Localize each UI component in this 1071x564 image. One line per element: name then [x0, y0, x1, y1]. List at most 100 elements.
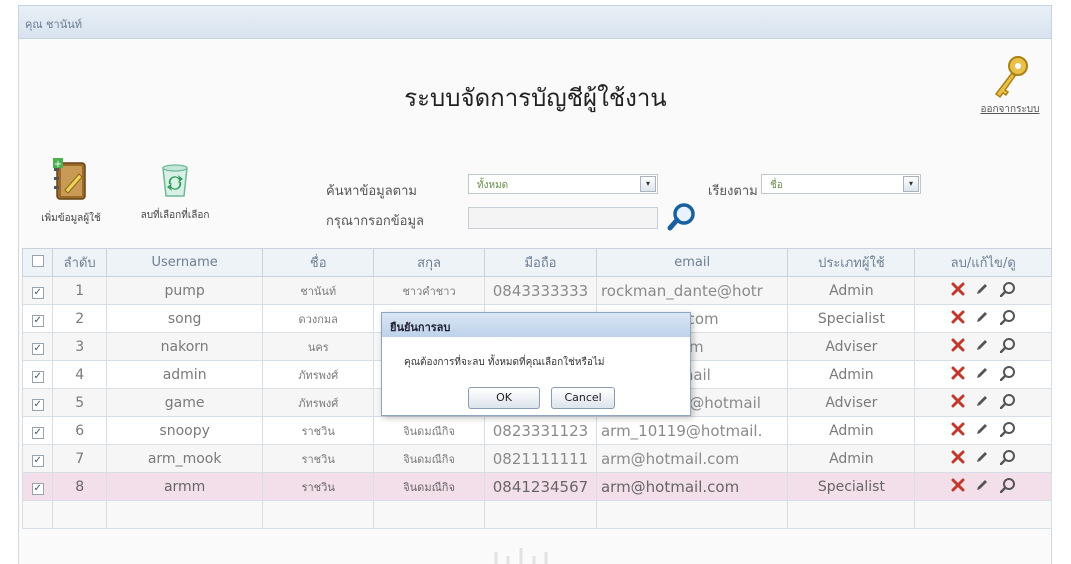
cancel-button[interactable]: Cancel — [551, 387, 616, 409]
row-first-name: ราชวิน — [262, 444, 375, 473]
delete-row-button[interactable] — [951, 282, 965, 300]
view-row-button[interactable] — [999, 309, 1016, 329]
logout-label: ออกจากระบบ — [980, 104, 1040, 115]
delete-icon — [951, 338, 965, 351]
chevron-down-icon: ▾ — [640, 176, 656, 192]
edit-row-button[interactable] — [975, 394, 989, 412]
row-role: Admin — [787, 276, 916, 305]
delete-row-button[interactable] — [951, 478, 965, 496]
magnifier-icon — [999, 421, 1015, 437]
search-button[interactable] — [666, 201, 698, 233]
search-icon — [667, 203, 695, 231]
row-checkbox[interactable]: ✓ — [21, 360, 54, 389]
row-actions — [914, 332, 1052, 361]
column-header: มือถือ — [483, 248, 597, 277]
magnifier-icon — [999, 365, 1015, 381]
column-header: Username — [105, 248, 264, 277]
dialog-message: คุณต้องการที่จะลบ ทั้งหมดที่คุณเลือกใช่ห… — [404, 357, 605, 368]
pencil-icon — [977, 367, 988, 378]
delete-icon — [951, 478, 965, 491]
view-row-button[interactable] — [999, 337, 1016, 357]
empty-row — [21, 500, 1052, 529]
delete-row-button[interactable] — [951, 394, 965, 412]
edit-row-button[interactable] — [975, 422, 989, 440]
magnifier-icon — [999, 337, 1015, 353]
view-row-button[interactable] — [999, 365, 1016, 385]
table-row[interactable]: ✓ 7 arm_mook ราชวิน จินดมณีกิจ 0821111111 arm@… — [21, 444, 1052, 473]
view-row-button[interactable] — [999, 393, 1016, 413]
add-user-label: เพิ่มข้อมูลผู้ใช้ — [41, 213, 101, 224]
column-header: ชื่อ — [262, 248, 375, 277]
delete-icon — [951, 394, 965, 407]
search-input[interactable] — [468, 207, 658, 229]
row-checkbox[interactable]: ✓ — [21, 472, 54, 501]
column-header: ลำดับ — [52, 248, 107, 277]
delete-icon — [951, 310, 965, 323]
magnifier-icon — [999, 309, 1015, 325]
row-email: arm_10119@hotmail. — [595, 416, 789, 445]
search-by-label: ค้นหาข้อมูลตาม — [326, 184, 417, 199]
delete-row-button[interactable] — [951, 366, 965, 384]
magnifier-icon — [999, 393, 1015, 409]
edit-row-button[interactable] — [975, 366, 989, 384]
row-first-name: ภัทรพงศ์ — [262, 360, 375, 389]
address-book-add-icon: + — [53, 158, 86, 200]
magnifier-icon — [999, 477, 1015, 493]
row-number: 8 — [52, 472, 107, 501]
edit-row-button[interactable] — [975, 450, 989, 468]
pencil-icon — [977, 339, 988, 350]
row-actions — [914, 276, 1052, 305]
view-row-button[interactable] — [999, 421, 1016, 441]
column-header: ประเภทผู้ใช้ — [787, 248, 916, 277]
row-number: 1 — [52, 276, 107, 305]
row-username: nakorn — [105, 332, 264, 361]
table-row[interactable]: ✓ 1 pump ชานันท์ ชาวคำชาว 0843333333 rockman_d… — [21, 276, 1052, 305]
delete-row-button[interactable] — [951, 422, 965, 440]
view-row-button[interactable] — [999, 281, 1016, 301]
delete-row-button[interactable] — [951, 338, 965, 356]
row-checkbox[interactable]: ✓ — [21, 304, 54, 333]
row-checkbox[interactable]: ✓ — [21, 276, 54, 305]
view-row-button[interactable] — [999, 449, 1016, 469]
row-phone: 0843333333 — [483, 276, 597, 305]
row-checkbox[interactable]: ✓ — [21, 416, 54, 445]
edit-row-button[interactable] — [975, 310, 989, 328]
edit-row-button[interactable] — [975, 282, 989, 300]
row-username: game — [105, 388, 264, 417]
delete-row-button[interactable] — [951, 310, 965, 328]
select-all-checkbox[interactable] — [21, 248, 54, 277]
row-role: Adviser — [787, 388, 916, 417]
sort-by-value: ชื่อ — [770, 180, 783, 191]
delete-row-button[interactable] — [951, 450, 965, 468]
row-role: Admin — [787, 360, 916, 389]
sort-by-select[interactable]: ชื่อ ▾ — [761, 174, 921, 194]
key-icon — [994, 56, 1028, 99]
row-checkbox[interactable]: ✓ — [21, 388, 54, 417]
row-role: Specialist — [787, 304, 916, 333]
add-user-button[interactable]: + เพิ่มข้อมูลผู้ใช้ — [26, 157, 116, 226]
row-phone: 0821111111 — [483, 444, 597, 473]
row-checkbox[interactable]: ✓ — [21, 332, 54, 361]
chevron-down-icon: ▾ — [903, 176, 919, 192]
view-row-button[interactable] — [999, 477, 1016, 497]
pencil-icon — [977, 479, 988, 490]
row-checkbox[interactable]: ✓ — [21, 444, 54, 473]
table-header-row: ลำดับ Username ชื่อ สกุล มือถือ email ปร… — [21, 248, 1052, 277]
row-username: song — [105, 304, 264, 333]
edit-row-button[interactable] — [975, 338, 989, 356]
pencil-icon — [977, 395, 988, 406]
delete-selected-button[interactable]: ลบที่เลือกที่เลือก — [120, 160, 230, 223]
logout-button[interactable]: ออกจากระบบ — [974, 54, 1046, 117]
pencil-icon — [977, 311, 988, 322]
row-number: 2 — [52, 304, 107, 333]
edit-row-button[interactable] — [975, 478, 989, 496]
magnifier-icon — [999, 449, 1015, 465]
ok-button[interactable]: OK — [468, 387, 540, 409]
search-by-select[interactable]: ทั้งหมด ▾ — [468, 174, 658, 194]
row-first-name: นคร — [262, 332, 375, 361]
column-header: ลบ/แก้ไข/ดู — [914, 248, 1052, 277]
row-last-name: จินดมณีกิจ — [373, 416, 485, 445]
table-row[interactable]: ✓ 8 armm ราชวิน จินดมณีกิจ 0841234567 arm@hotm… — [21, 472, 1052, 501]
row-actions — [914, 444, 1052, 473]
table-row[interactable]: ✓ 6 snoopy ราชวิน จินดมณีกิจ 0823331123 arm_10… — [21, 416, 1052, 445]
